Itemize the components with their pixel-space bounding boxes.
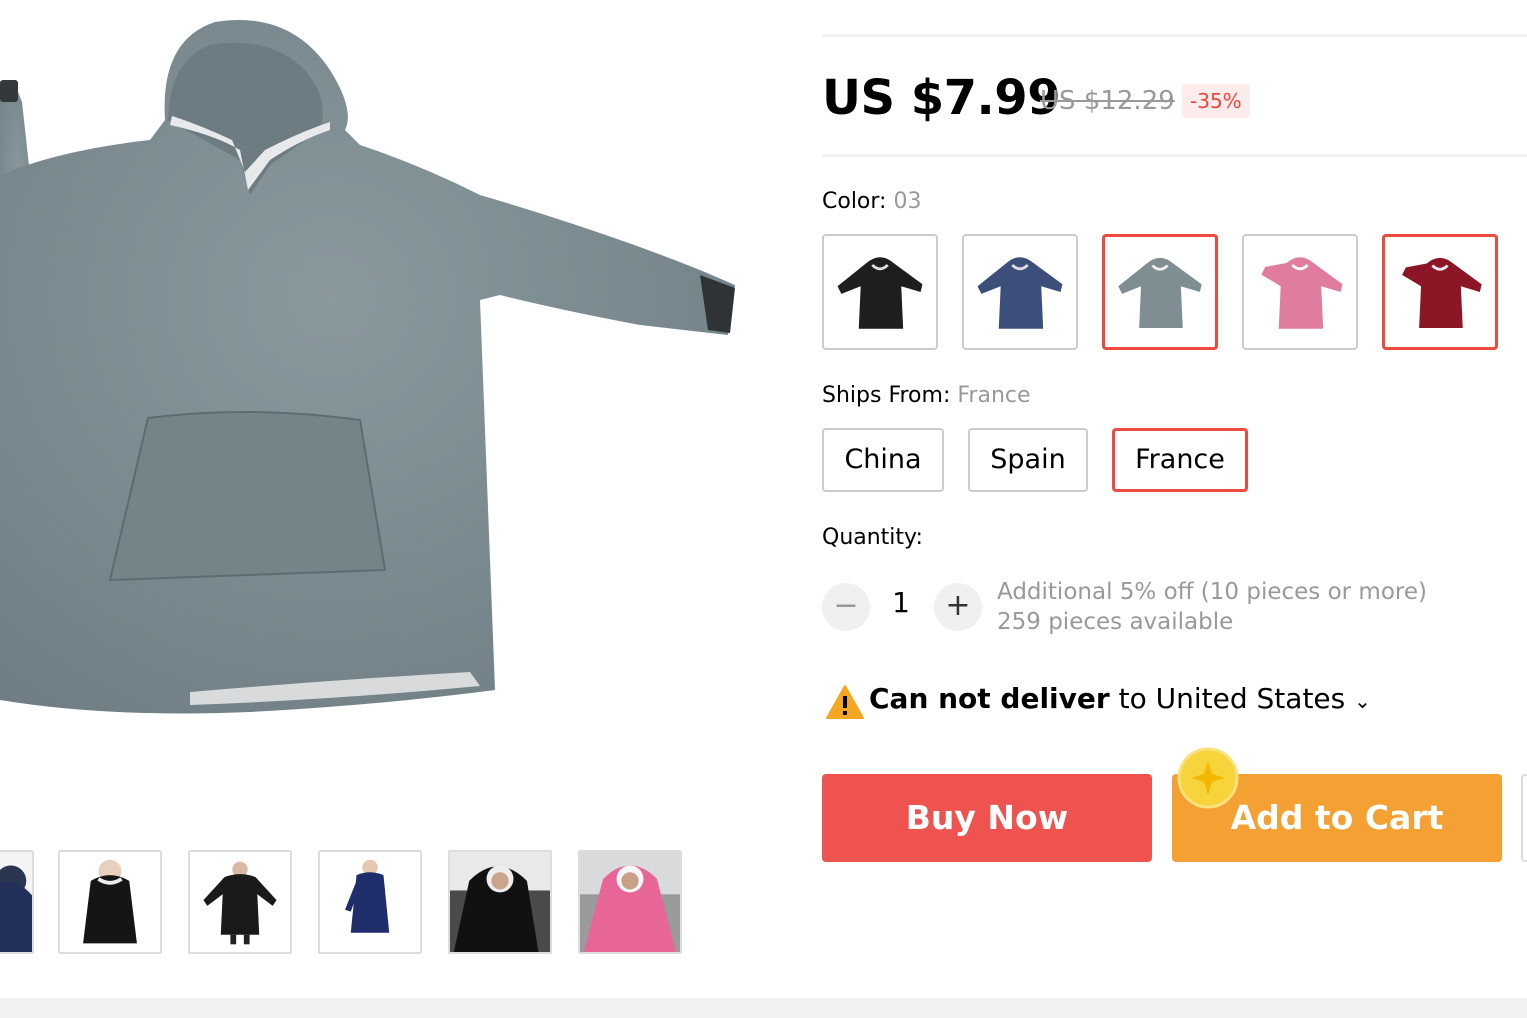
delivery-info[interactable]: Can not deliver to United States ⌄ bbox=[869, 682, 1371, 715]
ships-from-label-text: Ships From: bbox=[822, 383, 958, 408]
quantity-increase-button[interactable]: + bbox=[934, 583, 982, 631]
delivery-status: Can not deliver bbox=[869, 682, 1110, 715]
thumbnail-3[interactable] bbox=[188, 850, 292, 954]
warning-icon bbox=[826, 684, 864, 720]
ship-option-china[interactable]: China bbox=[822, 428, 944, 492]
buy-now-button[interactable]: Buy Now bbox=[822, 774, 1152, 862]
ships-from-label: Ships From: France bbox=[822, 383, 1031, 408]
current-price: US $7.99 bbox=[822, 70, 1061, 126]
thumbnail-5[interactable] bbox=[448, 850, 552, 954]
main-product-image[interactable] bbox=[0, 0, 760, 760]
quantity-label: Quantity: bbox=[822, 525, 923, 550]
thumbnail-6[interactable] bbox=[578, 850, 682, 954]
color-swatch-black[interactable] bbox=[822, 234, 938, 350]
quantity-value[interactable]: 1 bbox=[890, 586, 912, 619]
color-swatch-pink[interactable] bbox=[1242, 234, 1358, 350]
quantity-info: Additional 5% off (10 pieces or more) 25… bbox=[997, 577, 1427, 637]
color-swatch-gray[interactable] bbox=[1102, 234, 1218, 350]
footer-band bbox=[0, 998, 1527, 1018]
delivery-destination[interactable]: to United States bbox=[1119, 682, 1346, 715]
thumbnail-4[interactable] bbox=[318, 850, 422, 954]
thumbnail-2[interactable] bbox=[58, 850, 162, 954]
ships-from-selected-value: France bbox=[957, 383, 1031, 408]
ship-option-spain[interactable]: Spain bbox=[968, 428, 1088, 492]
coin-sparkle-icon bbox=[1177, 747, 1239, 809]
color-swatch-burgundy[interactable] bbox=[1382, 234, 1498, 350]
top-divider bbox=[822, 34, 1527, 37]
color-label-text: Color: bbox=[822, 189, 894, 214]
bulk-discount-note: Additional 5% off (10 pieces or more) bbox=[997, 579, 1427, 605]
quantity-decrease-button[interactable]: − bbox=[822, 583, 870, 631]
color-swatch-navy[interactable] bbox=[962, 234, 1078, 350]
discount-badge: -35% bbox=[1182, 84, 1250, 118]
wishlist-button[interactable] bbox=[1521, 774, 1527, 862]
color-selected-value: 03 bbox=[893, 189, 922, 214]
price-divider bbox=[822, 154, 1527, 157]
chevron-down-icon[interactable]: ⌄ bbox=[1354, 689, 1371, 713]
color-label: Color: 03 bbox=[822, 189, 921, 214]
original-price: US $12.29 bbox=[1040, 86, 1175, 116]
stock-available: 259 pieces available bbox=[997, 609, 1234, 635]
ship-option-france[interactable]: France bbox=[1112, 428, 1248, 492]
thumbnail-1[interactable] bbox=[0, 850, 34, 954]
